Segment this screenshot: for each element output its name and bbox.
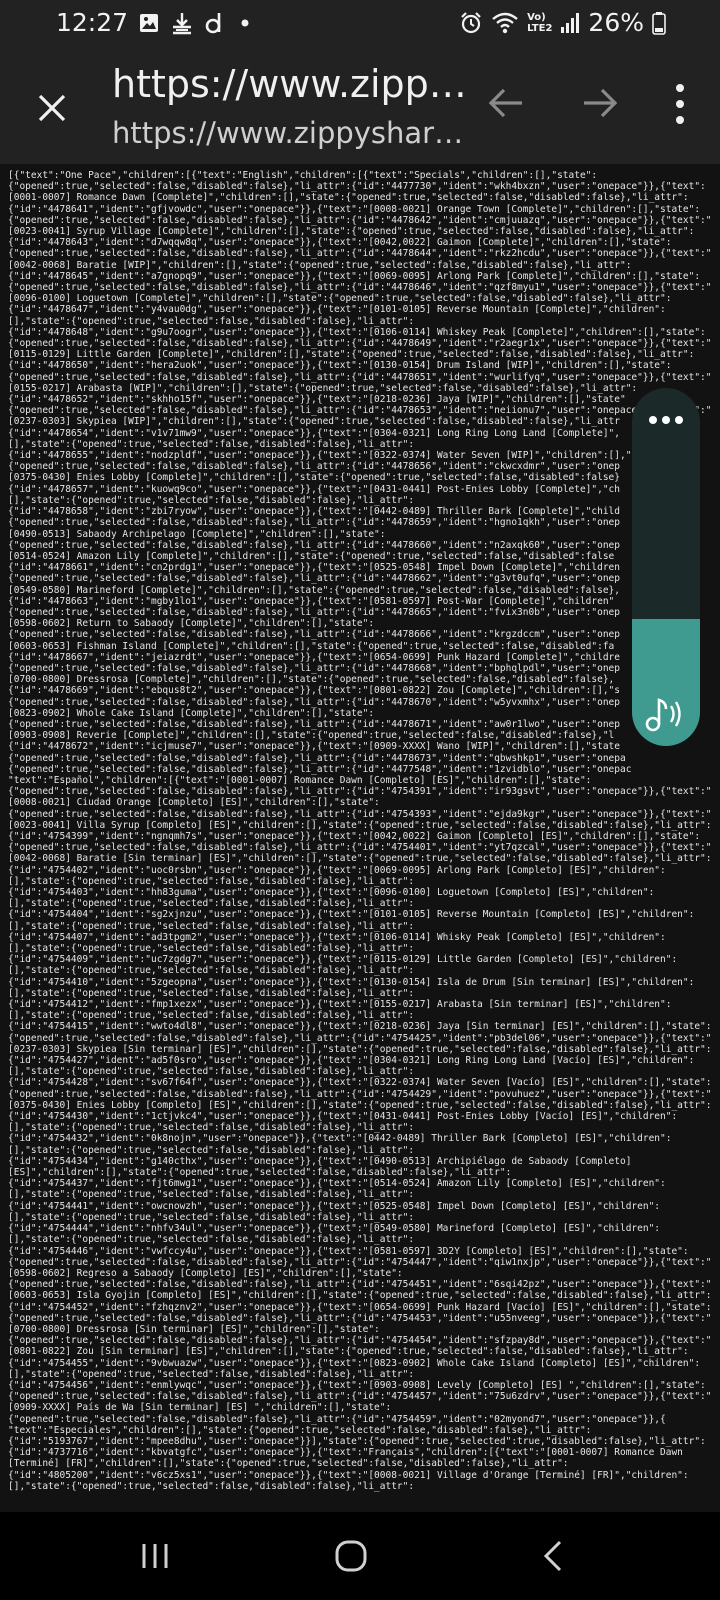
alarm-icon xyxy=(459,11,483,35)
signal-icon xyxy=(560,12,580,34)
status-time: 12:27 xyxy=(56,8,129,37)
close-icon xyxy=(38,94,66,122)
home-button[interactable] xyxy=(334,1532,368,1580)
more-vert-icon xyxy=(676,84,684,124)
volume-panel xyxy=(632,388,700,746)
back-button[interactable] xyxy=(484,78,528,128)
home-icon xyxy=(335,1540,367,1572)
battery-percent: 26% xyxy=(588,8,644,37)
more-horiz-icon-dot xyxy=(675,416,683,424)
dot-icon xyxy=(236,14,254,32)
volume-more-button[interactable] xyxy=(632,402,700,438)
recents-icon xyxy=(142,1544,168,1568)
json-text-body: [{"text":"One Pace","children":[{"text":… xyxy=(8,170,712,1492)
forward-arrow-icon xyxy=(584,88,618,118)
network-label-bottom: LTE2 xyxy=(527,22,553,34)
network-type-label: Vo) LTE2 xyxy=(527,12,552,34)
system-back-icon xyxy=(543,1540,562,1572)
back-arrow-icon xyxy=(488,88,522,118)
more-horiz-icon xyxy=(649,416,657,424)
recents-button[interactable] xyxy=(140,1532,170,1580)
status-bar: 12:27 Vo) LTE2 26% xyxy=(0,0,720,52)
system-back-button[interactable] xyxy=(538,1532,568,1580)
system-nav-bar xyxy=(0,1512,720,1600)
music-note-icon[interactable] xyxy=(644,694,688,734)
download-icon xyxy=(170,11,194,35)
browser-toolbar: https://www.zipp… https://www.zippyshar… xyxy=(0,52,720,164)
page-title: https://www.zipp… xyxy=(112,62,467,106)
image-icon xyxy=(138,12,160,34)
d-app-icon xyxy=(204,11,226,35)
battery-icon xyxy=(652,11,666,35)
more-horiz-icon-dot xyxy=(662,416,670,424)
wifi-icon xyxy=(491,11,519,35)
page-url[interactable]: https://www.zippyshar… xyxy=(112,116,463,150)
more-options-button[interactable] xyxy=(660,76,700,132)
volume-slider[interactable] xyxy=(632,450,700,746)
status-right-group: Vo) LTE2 26% xyxy=(459,8,666,37)
close-button[interactable] xyxy=(30,78,74,138)
page-content[interactable]: [{"text":"One Pace","children":[{"text":… xyxy=(0,164,720,1512)
forward-button[interactable] xyxy=(578,78,622,128)
status-left-group: 12:27 xyxy=(56,8,254,37)
network-label-top: Vo) xyxy=(527,11,546,23)
